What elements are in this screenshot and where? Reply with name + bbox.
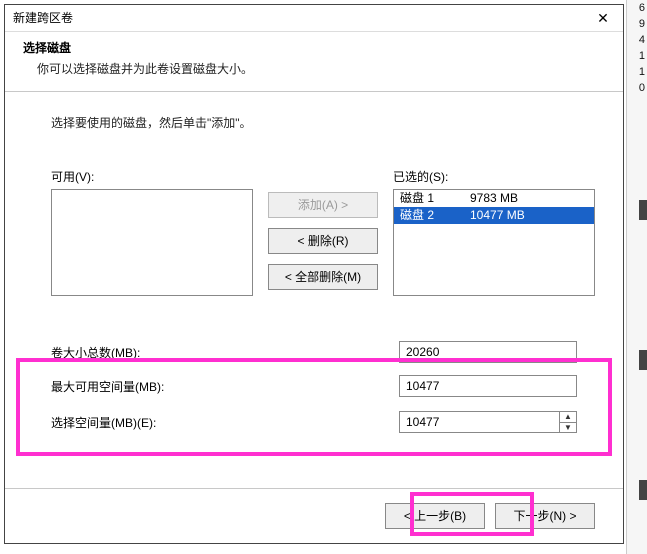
disk-name: 磁盘 1 [400, 190, 470, 207]
editor-gutter: 6 9 4 1 1 0 [626, 0, 647, 554]
max-space-row: 最大可用空间量(MB): 10477 [51, 374, 577, 398]
available-label: 可用(V): [51, 168, 253, 185]
header-subtitle: 你可以选择磁盘并为此卷设置磁盘大小。 [23, 60, 605, 77]
max-space-value: 10477 [399, 375, 577, 397]
selected-column: 已选的(S): 磁盘 19783 MB磁盘 210477 MB [393, 168, 595, 296]
total-size-row: 卷大小总数(MB): 20260 [51, 340, 577, 364]
select-space-value: 10477 [406, 415, 439, 429]
next-button[interactable]: 下一步(N) > [495, 503, 595, 529]
list-item[interactable]: 磁盘 210477 MB [394, 207, 594, 224]
transfer-buttons: 添加(A) > < 删除(R) < 全部删除(M) [253, 168, 393, 296]
window-title: 新建跨区卷 [13, 11, 73, 25]
titlebar: 新建跨区卷 ✕ [5, 5, 623, 31]
disk-name: 磁盘 2 [400, 207, 470, 224]
select-space-input[interactable]: 10477 ▲ ▼ [399, 411, 577, 433]
gutter-mark [639, 480, 647, 500]
wizard-footer: < 上一步(B) 下一步(N) > [5, 488, 623, 543]
add-button: 添加(A) > [268, 192, 378, 218]
selected-listbox[interactable]: 磁盘 19783 MB磁盘 210477 MB [393, 189, 595, 296]
select-space-row: 选择空间量(MB)(E): 10477 ▲ ▼ [51, 410, 577, 434]
separator [5, 31, 623, 32]
chevron-up-icon[interactable]: ▲ [560, 412, 576, 423]
remove-all-button[interactable]: < 全部删除(M) [268, 264, 378, 290]
disk-size: 10477 MB [470, 207, 588, 224]
gutter-mark [639, 350, 647, 370]
gutter-num: 0 [639, 82, 645, 94]
wizard-header: 选择磁盘 你可以选择磁盘并为此卷设置磁盘大小。 [5, 31, 623, 87]
back-button[interactable]: < 上一步(B) [385, 503, 485, 529]
chevron-down-icon[interactable]: ▼ [560, 423, 576, 433]
gutter-num: 1 [639, 50, 645, 62]
gutter-num: 4 [639, 34, 645, 46]
wizard-dialog: 新建跨区卷 ✕ 选择磁盘 你可以选择磁盘并为此卷设置磁盘大小。 选择要使用的磁盘… [4, 4, 624, 544]
separator [5, 91, 623, 92]
total-size-value: 20260 [399, 341, 577, 363]
spinner[interactable]: ▲ ▼ [559, 412, 576, 432]
list-item[interactable]: 磁盘 19783 MB [394, 190, 594, 207]
header-title: 选择磁盘 [23, 39, 605, 56]
total-size-label: 卷大小总数(MB): [51, 344, 399, 361]
gutter-num: 9 [639, 18, 645, 30]
select-space-label: 选择空间量(MB)(E): [51, 414, 399, 431]
available-listbox[interactable] [51, 189, 253, 296]
wizard-body: 选择要使用的磁盘，然后单击"添加"。 可用(V): 添加(A) > < 删除(R… [5, 100, 623, 483]
close-icon[interactable]: ✕ [583, 5, 623, 31]
instruction-text: 选择要使用的磁盘，然后单击"添加"。 [5, 100, 623, 131]
gutter-mark [639, 200, 647, 220]
remove-button[interactable]: < 删除(R) [268, 228, 378, 254]
gutter-num: 6 [639, 2, 645, 14]
max-space-label: 最大可用空间量(MB): [51, 378, 399, 395]
gutter-num: 1 [639, 66, 645, 78]
available-column: 可用(V): [51, 168, 253, 296]
disk-size: 9783 MB [470, 190, 588, 207]
selected-label: 已选的(S): [393, 168, 595, 185]
